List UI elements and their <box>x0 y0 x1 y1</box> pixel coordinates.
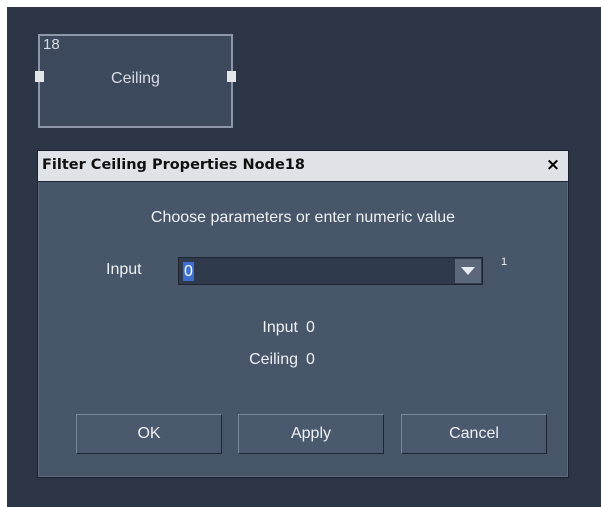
dialog-prompt: Choose parameters or enter numeric value <box>150 209 456 226</box>
cancel-button[interactable]: Cancel <box>401 414 547 454</box>
node-label: Ceiling <box>111 70 160 87</box>
chevron-down-icon[interactable] <box>455 259 481 283</box>
node-id: 18 <box>43 36 60 53</box>
input-combobox[interactable]: 0 <box>178 257 483 285</box>
info-label: Ceiling <box>249 351 298 368</box>
ok-button[interactable]: OK <box>76 414 222 454</box>
info-row-ceiling: Ceiling 0 <box>38 351 315 371</box>
patch-canvas[interactable]: 18 Ceiling Filter Ceiling Properties Nod… <box>7 7 601 507</box>
properties-dialog: Filter Ceiling Properties Node18 × Choos… <box>37 150 569 478</box>
node-output-pin[interactable] <box>227 71 236 82</box>
info-row-input: Input 0 <box>38 319 315 339</box>
input-value[interactable]: 0 <box>183 262 194 281</box>
dialog-title: Filter Ceiling Properties Node18 <box>42 157 305 173</box>
input-index-superscript: 1 <box>501 256 508 268</box>
close-icon[interactable]: × <box>544 154 562 176</box>
info-label: Input <box>262 319 298 336</box>
info-value: 0 <box>306 351 315 368</box>
input-label: Input <box>106 261 142 278</box>
apply-button[interactable]: Apply <box>238 414 384 454</box>
ceiling-node[interactable]: 18 Ceiling <box>35 34 236 128</box>
dialog-titlebar[interactable]: Filter Ceiling Properties Node18 × <box>38 151 568 182</box>
info-value: 0 <box>306 319 315 336</box>
